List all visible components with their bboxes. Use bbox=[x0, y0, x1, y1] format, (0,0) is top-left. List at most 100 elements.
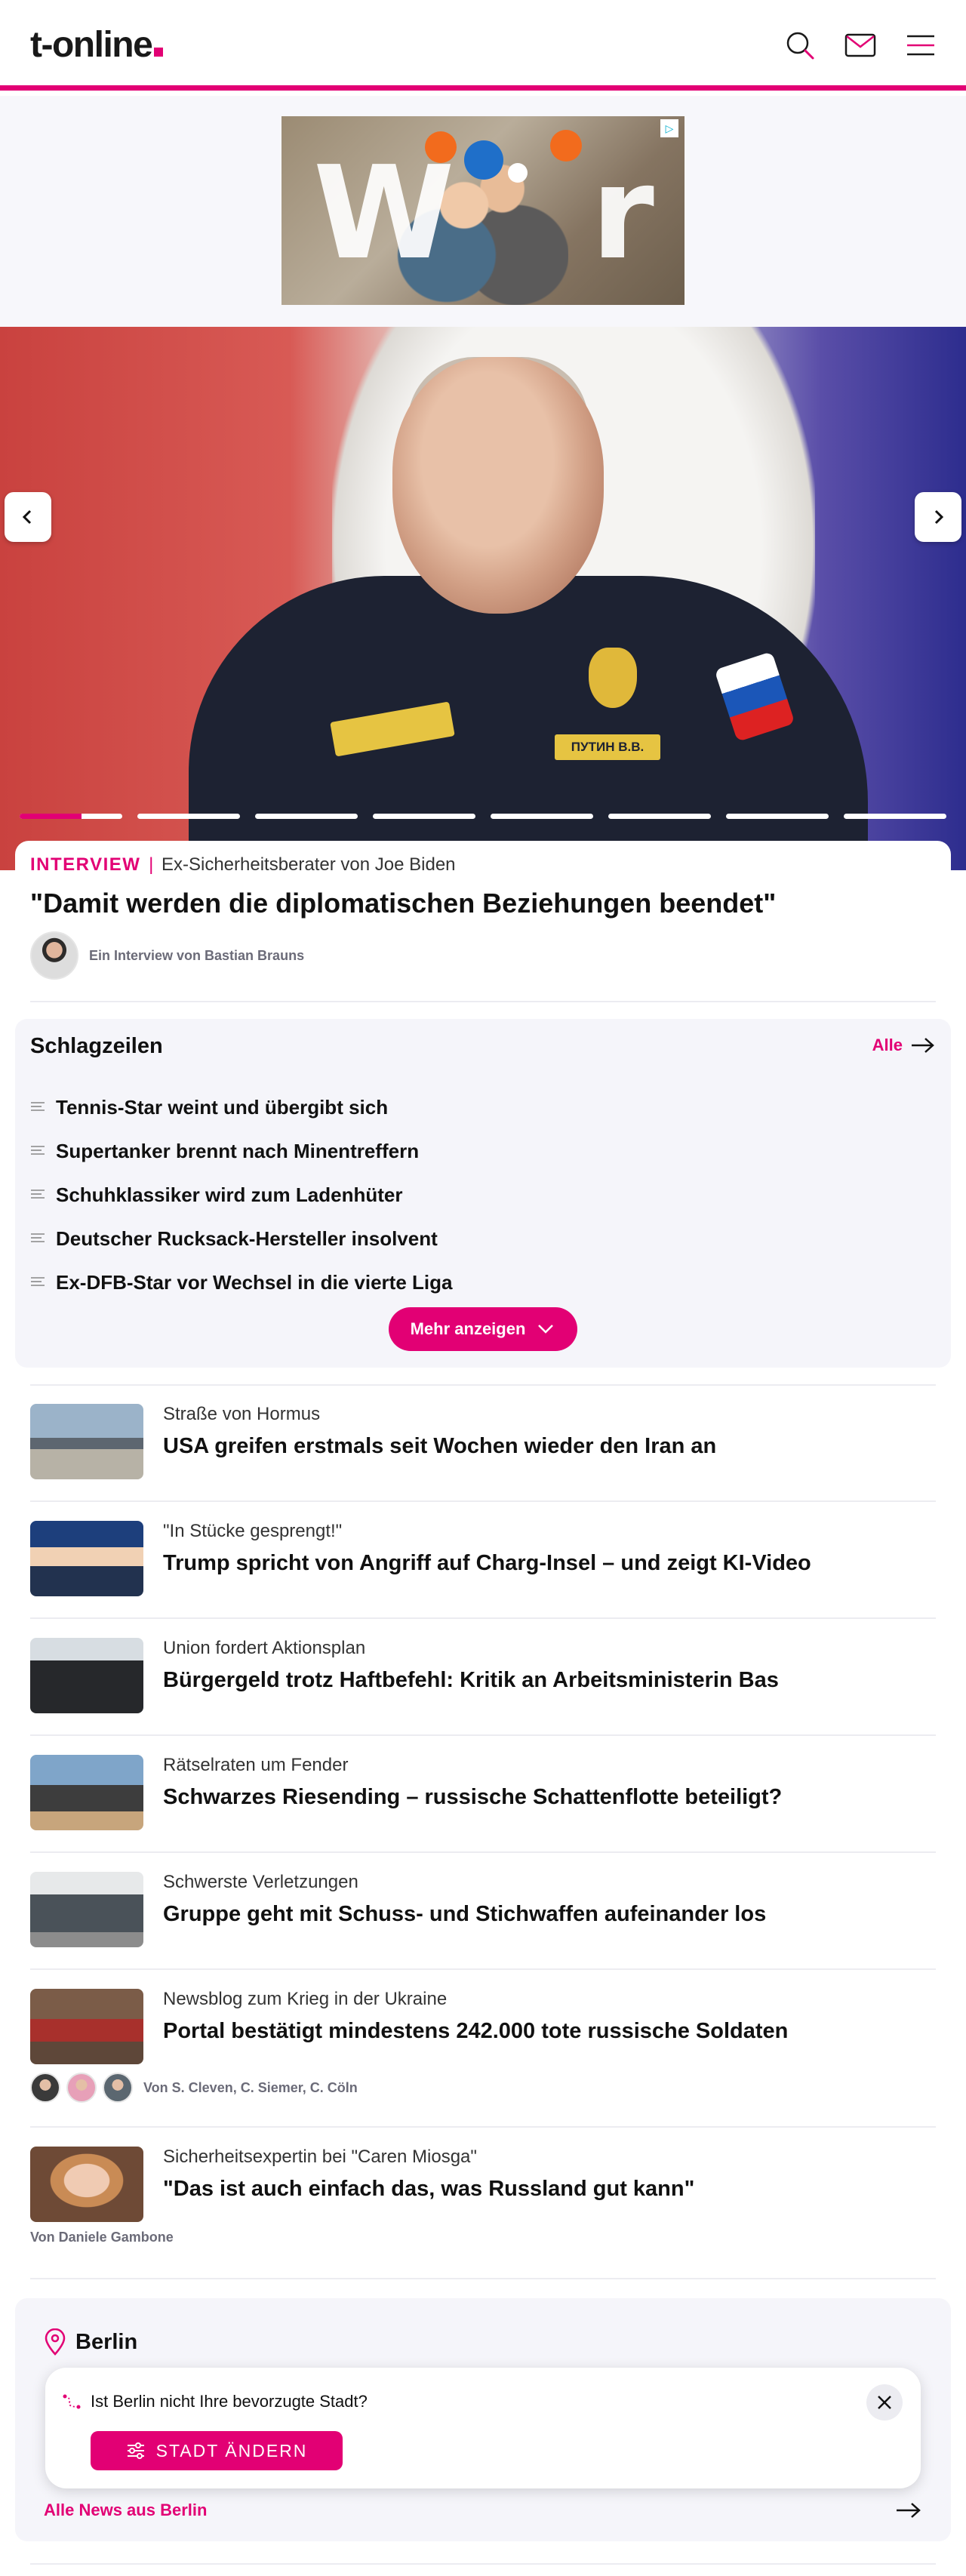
arrow-right-icon bbox=[912, 1038, 934, 1053]
city-question: Ist Berlin nicht Ihre bevorzugte Stadt? bbox=[91, 2392, 368, 2411]
article-headline[interactable]: Gruppe geht mit Schuss- und Stichwaffen … bbox=[163, 1902, 766, 1927]
divider bbox=[30, 2563, 936, 2565]
ad-white-dot bbox=[508, 163, 528, 183]
chevron-down-icon bbox=[538, 1325, 554, 1334]
headline-item[interactable]: Schuhklassiker wird zum Ladenhüter bbox=[30, 1173, 452, 1217]
article-teaser[interactable]: Sicherheitsexpertin bei "Caren Miosga" "D… bbox=[30, 2144, 936, 2234]
divider bbox=[30, 2126, 936, 2128]
article-kicker: Straße von Hormus bbox=[163, 1404, 321, 1424]
divider bbox=[30, 2278, 936, 2279]
article-thumbnail[interactable] bbox=[30, 2147, 143, 2222]
slider-dot[interactable] bbox=[255, 814, 358, 819]
headline-item[interactable]: Deutscher Rucksack-Hersteller insolvent bbox=[30, 1217, 452, 1260]
hero-slider[interactable]: ПУТИН В.В. bbox=[0, 327, 966, 870]
ad-blue-dot bbox=[464, 140, 503, 180]
article-headline[interactable]: USA greifen erstmals seit Wochen wieder … bbox=[163, 1434, 716, 1459]
show-more-label: Mehr anzeigen bbox=[410, 1319, 526, 1338]
hero-name-patch: ПУТИН В.В. bbox=[555, 734, 660, 760]
text-lines-icon bbox=[31, 1102, 45, 1111]
divider bbox=[30, 1617, 936, 1619]
arrow-right-icon[interactable] bbox=[895, 2501, 922, 2520]
mail-icon[interactable] bbox=[844, 29, 877, 62]
headline-item[interactable]: Supertanker brennt nach Minentreffern bbox=[30, 1129, 452, 1173]
slider-indicators bbox=[20, 814, 946, 820]
article-headline[interactable]: "Das ist auch einfach das, was Russland … bbox=[163, 2177, 694, 2202]
slider-dot[interactable] bbox=[20, 814, 122, 819]
headline-item[interactable]: Tennis-Star weint und übergibt sich bbox=[30, 1085, 452, 1129]
close-icon bbox=[878, 2396, 891, 2409]
all-city-news-link[interactable]: Alle News aus Berlin bbox=[44, 2501, 207, 2520]
slider-dot[interactable] bbox=[608, 814, 711, 819]
byline-text: Von S. Cleven, C. Siemer, C. Cöln bbox=[143, 2079, 358, 2095]
article-byline: Von S. Cleven, C. Siemer, C. Cöln bbox=[30, 2073, 358, 2103]
headline-text: Ex-DFB-Star vor Wechsel in die vierte Li… bbox=[56, 1270, 453, 1294]
slider-next-button[interactable] bbox=[915, 492, 961, 542]
change-city-button[interactable]: STADT ÄNDERN bbox=[91, 2431, 343, 2470]
slider-dot[interactable] bbox=[491, 814, 593, 819]
article-thumbnail[interactable] bbox=[30, 1404, 143, 1479]
divider bbox=[30, 1001, 936, 1002]
headline-text: Deutscher Rucksack-Hersteller insolvent bbox=[56, 1226, 438, 1250]
kicker-separator: | bbox=[149, 854, 154, 875]
article-headline[interactable]: Trump spricht von Angriff auf Charg-Inse… bbox=[163, 1551, 811, 1576]
headlines-all-link[interactable]: Alle bbox=[872, 1036, 936, 1055]
menu-icon[interactable] bbox=[904, 29, 937, 62]
city-name: Berlin bbox=[75, 2329, 138, 2354]
article-headline[interactable]: Bürgergeld trotz Haftbefehl: Kritik an A… bbox=[163, 1668, 779, 1693]
author-avatar bbox=[103, 2073, 133, 2103]
text-lines-icon bbox=[31, 1233, 45, 1242]
article-thumbnail[interactable] bbox=[30, 1638, 143, 1713]
byline-text: Von Daniele Gambone bbox=[30, 2230, 174, 2245]
ad-orange-dot-2 bbox=[550, 130, 582, 162]
lead-article-card[interactable]: INTERVIEW | Ex-Sicherheitsberater von Jo… bbox=[15, 841, 951, 1004]
article-byline: Von Daniele Gambone bbox=[30, 2230, 174, 2245]
lead-headline[interactable]: "Damit werden die diplomatischen Beziehu… bbox=[30, 888, 776, 919]
headline-item[interactable]: Ex-DFB-Star vor Wechsel in die vierte Li… bbox=[30, 1260, 452, 1304]
article-thumbnail[interactable] bbox=[30, 1989, 143, 2064]
local-news-box: Berlin Ist Berlin nicht Ihre bevorzugte … bbox=[15, 2298, 951, 2541]
article-teaser[interactable]: Schwerste Verletzungen Gruppe geht mit Sc… bbox=[30, 1869, 936, 1959]
sliders-icon bbox=[127, 2442, 144, 2459]
article-thumbnail[interactable] bbox=[30, 1755, 143, 1830]
article-teaser[interactable]: Straße von Hormus USA greifen erstmals se… bbox=[30, 1401, 936, 1491]
text-lines-icon bbox=[31, 1190, 45, 1199]
author-avatar bbox=[66, 2073, 97, 2103]
article-kicker: Newsblog zum Krieg in der Ukraine bbox=[163, 1989, 448, 2009]
article-teaser[interactable]: Union fordert Aktionsplan Bürgergeld trot… bbox=[30, 1635, 936, 1725]
article-thumbnail[interactable] bbox=[30, 1872, 143, 1947]
close-button[interactable] bbox=[866, 2384, 903, 2421]
search-icon[interactable] bbox=[783, 29, 817, 62]
article-teaser[interactable]: Rätselraten um Fender Schwarzes Riesendin… bbox=[30, 1752, 936, 1842]
headlines-title: Schlagzeilen bbox=[30, 1034, 163, 1058]
site-logo[interactable]: t-online bbox=[30, 24, 164, 66]
article-teaser[interactable]: Newsblog zum Krieg in der Ukraine Portal … bbox=[30, 1986, 936, 2076]
show-more-button[interactable]: Mehr anzeigen bbox=[389, 1307, 577, 1351]
slider-dot[interactable] bbox=[844, 814, 946, 819]
ad-orange-dot bbox=[425, 131, 457, 163]
all-label: Alle bbox=[872, 1036, 903, 1054]
article-kicker: Rätselraten um Fender bbox=[163, 1755, 349, 1775]
slider-dot[interactable] bbox=[137, 814, 240, 819]
logo-text: t-online bbox=[30, 25, 153, 65]
article-headline[interactable]: Schwarzes Riesending – russische Schatte… bbox=[163, 1785, 782, 1810]
hero-emblem bbox=[589, 648, 637, 708]
location-pin-icon bbox=[45, 2328, 66, 2356]
article-teaser[interactable]: "In Stücke gesprengt!" Trump spricht von … bbox=[30, 1518, 936, 1608]
slider-progress-fill bbox=[20, 814, 82, 819]
article-headline[interactable]: Portal bestätigt mindestens 242.000 tote… bbox=[163, 2019, 788, 2044]
headlines-box: Schlagzeilen Alle Tennis-Star weint und … bbox=[15, 1019, 951, 1368]
adchoices-icon[interactable]: ▷ bbox=[660, 119, 678, 137]
headline-text: Schuhklassiker wird zum Ladenhüter bbox=[56, 1183, 403, 1206]
headline-text: Tennis-Star weint und übergibt sich bbox=[56, 1095, 389, 1119]
advertisement-banner[interactable]: W r ▷ bbox=[281, 116, 685, 305]
slider-dot[interactable] bbox=[726, 814, 829, 819]
ad-container: W r ▷ bbox=[0, 96, 966, 327]
headlines-list: Tennis-Star weint und übergibt sich Super… bbox=[30, 1085, 452, 1304]
article-thumbnail[interactable] bbox=[30, 1521, 143, 1596]
divider bbox=[30, 1500, 936, 1502]
divider bbox=[30, 1968, 936, 1970]
slider-dot[interactable] bbox=[373, 814, 475, 819]
logo-dot bbox=[154, 48, 164, 57]
slider-prev-button[interactable] bbox=[5, 492, 51, 542]
author-name: Ein Interview von Bastian Brauns bbox=[89, 947, 305, 963]
